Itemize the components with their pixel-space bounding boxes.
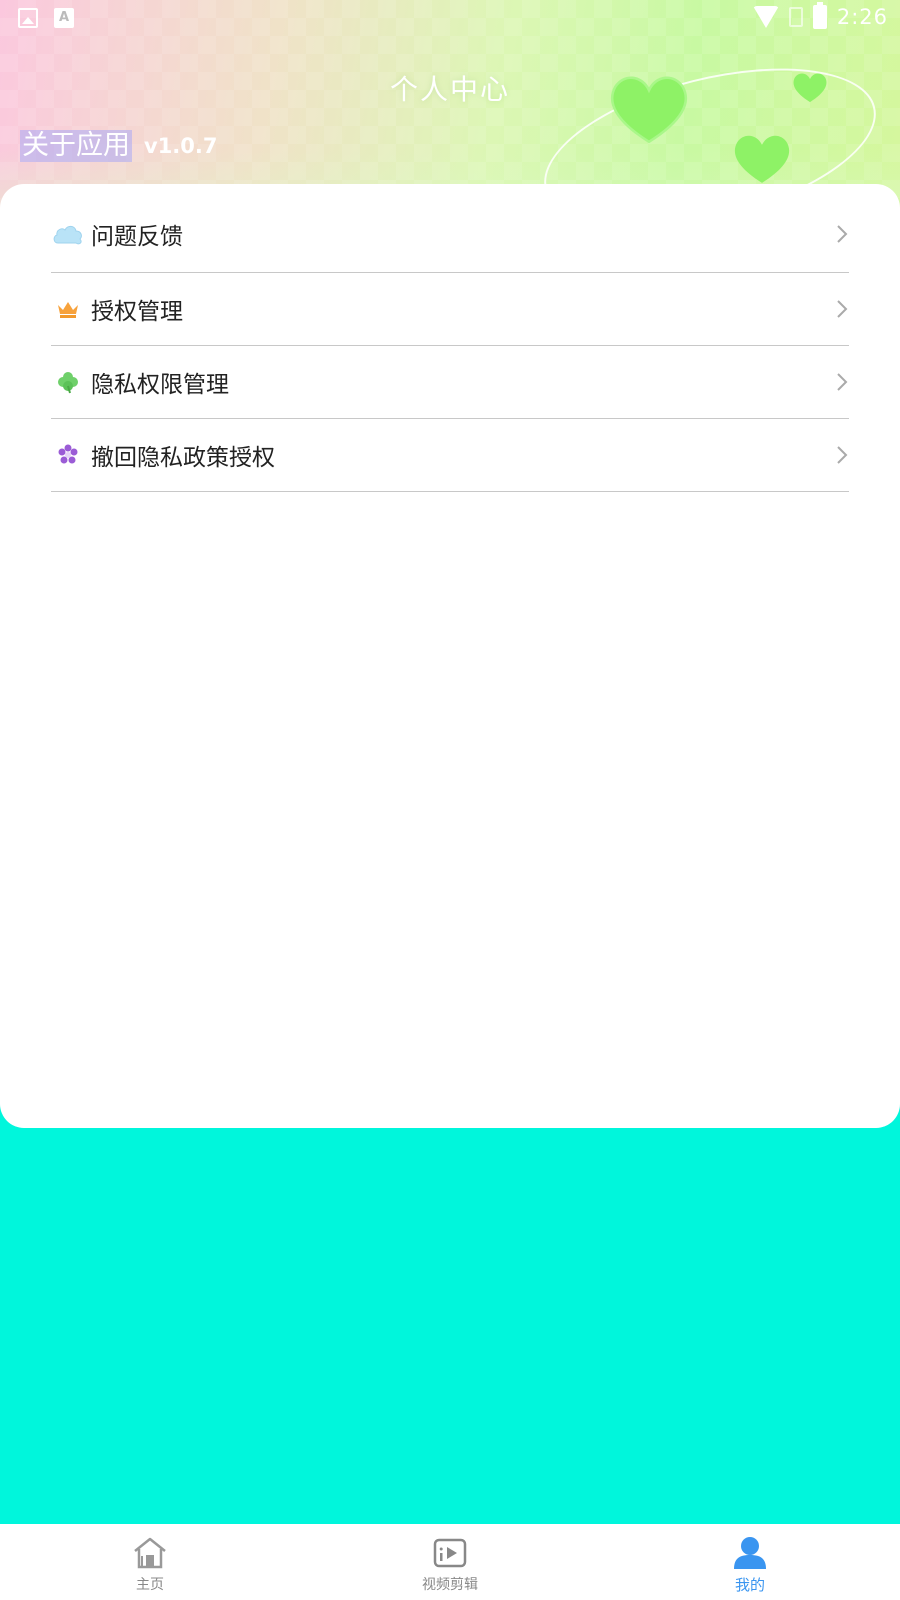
menu-item-label: 撤回隐私政策授权	[91, 445, 275, 471]
no-sim-icon	[788, 7, 803, 27]
nav-tab-mine[interactable]: 我的	[600, 1524, 900, 1600]
nav-label: 我的	[734, 1576, 765, 1594]
status-bar: A 2:26	[0, 0, 900, 36]
heart-icon	[730, 130, 794, 186]
menu-item-label: 隐私权限管理	[91, 372, 229, 398]
nav-label: 主页	[136, 1577, 164, 1593]
a-icon: A	[54, 8, 74, 28]
nav-tab-video-edit[interactable]: 视频剪辑	[300, 1524, 600, 1600]
menu-item-label: 授权管理	[91, 299, 183, 325]
status-time: 2:26	[836, 5, 888, 29]
menu-item-privacy-permissions[interactable]: 隐私权限管理	[51, 346, 849, 419]
bottom-nav: 主页 视频剪辑 我的	[0, 1524, 900, 1600]
chevron-right-icon	[835, 371, 849, 393]
chevron-right-icon	[835, 298, 849, 320]
image-icon	[18, 8, 38, 28]
menu-list: 问题反馈 授权管理 隐私权限管理 撤回隐私政策授权	[51, 196, 849, 492]
menu-card: 问题反馈 授权管理 隐私权限管理 撤回隐私政策授权	[0, 184, 900, 1128]
menu-item-revoke-privacy[interactable]: 撤回隐私政策授权	[51, 419, 849, 492]
page-title: 个人中心	[389, 73, 510, 106]
flower-icon	[51, 438, 85, 472]
battery-charging-icon	[812, 2, 827, 29]
nav-label: 视频剪辑	[422, 1577, 478, 1593]
chevron-right-icon	[835, 223, 849, 245]
menu-item-label: 问题反馈	[91, 224, 183, 250]
about-app-link[interactable]: 关于应用	[20, 130, 132, 162]
wifi-icon	[752, 6, 779, 28]
screen: A 2:26 个人中心 关于应用 v1.0.7 问题反馈 授权管理 隐私权限管理…	[0, 0, 900, 1600]
menu-item-authorization[interactable]: 授权管理	[51, 273, 849, 346]
cloud-icon	[51, 217, 85, 251]
menu-item-feedback[interactable]: 问题反馈	[51, 196, 849, 273]
profile-icon	[732, 1536, 768, 1570]
app-version: v1.0.7	[144, 134, 218, 158]
home-icon	[132, 1536, 168, 1570]
chevron-right-icon	[835, 444, 849, 466]
clover-icon	[51, 365, 85, 399]
crown-icon	[51, 292, 85, 326]
video-edit-icon	[432, 1536, 468, 1570]
nav-tab-home[interactable]: 主页	[0, 1524, 300, 1600]
